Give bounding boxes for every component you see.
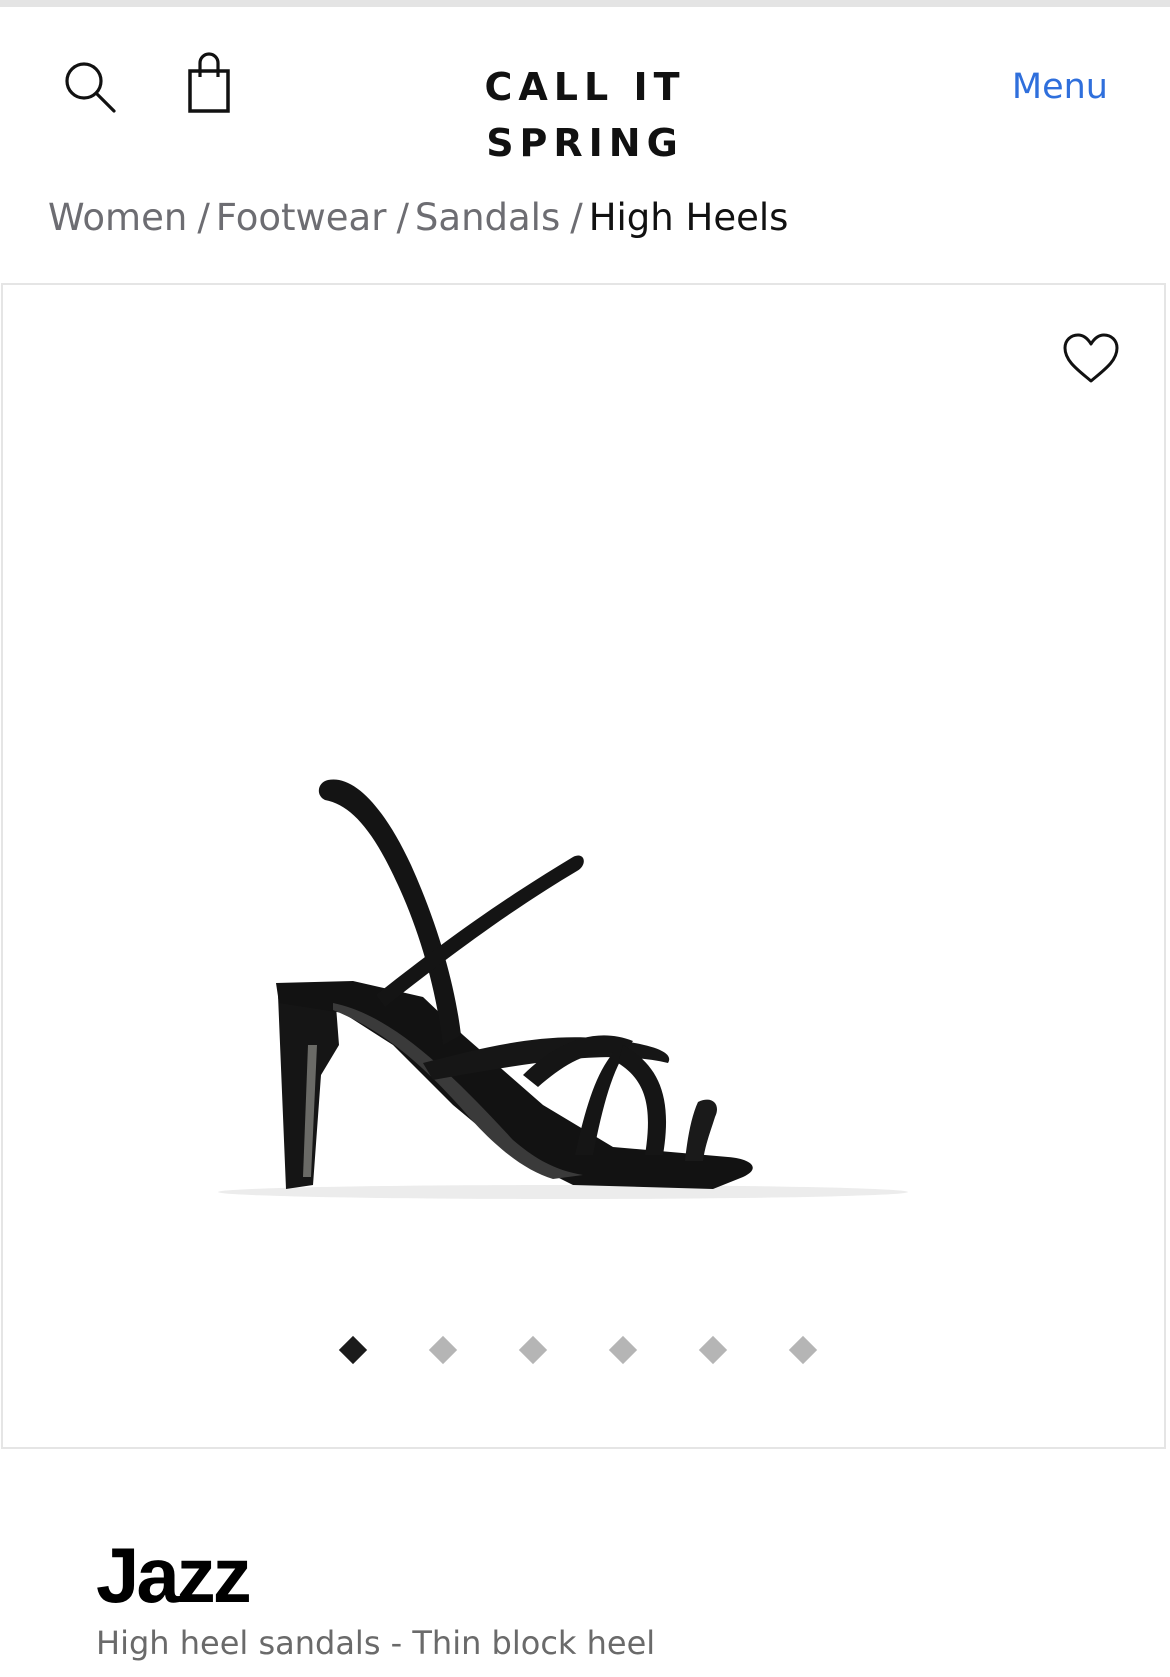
cart-button[interactable] xyxy=(186,51,238,115)
gallery-dot-1[interactable] xyxy=(338,1335,367,1365)
breadcrumb: Women / Footwear / Sandals / High Heels xyxy=(48,190,788,246)
gallery-pagination xyxy=(3,1330,1164,1370)
breadcrumb-sandals[interactable]: Sandals xyxy=(415,196,560,239)
product-image[interactable] xyxy=(193,745,933,1265)
product-gallery[interactable] xyxy=(1,283,1166,1449)
shopping-bag-icon xyxy=(188,52,230,113)
breadcrumb-separator: / xyxy=(570,196,583,239)
brand-logo[interactable]: CALL IT SPRING xyxy=(385,59,785,165)
wishlist-button[interactable] xyxy=(1062,333,1120,385)
gallery-dot-3[interactable] xyxy=(518,1335,547,1365)
top-divider xyxy=(0,0,1170,7)
product-description: High heel sandals - Thin block heel xyxy=(96,1624,656,1662)
breadcrumb-separator: / xyxy=(396,196,409,239)
breadcrumb-separator: / xyxy=(197,196,210,239)
site-header: CALL IT SPRING Menu xyxy=(0,7,1170,165)
search-button[interactable] xyxy=(62,59,118,115)
gallery-dot-5[interactable] xyxy=(698,1335,727,1365)
gallery-dot-4[interactable] xyxy=(608,1335,637,1365)
gallery-dot-2[interactable] xyxy=(428,1335,457,1365)
breadcrumb-current: High Heels xyxy=(588,196,789,239)
gallery-dot-6[interactable] xyxy=(788,1335,817,1365)
heart-outline-icon xyxy=(1063,333,1119,383)
product-title: Jazz xyxy=(96,1531,252,1619)
search-icon xyxy=(65,62,116,113)
breadcrumb-women[interactable]: Women xyxy=(48,196,187,239)
breadcrumb-footwear[interactable]: Footwear xyxy=(216,196,387,239)
menu-button[interactable]: Menu xyxy=(1012,59,1108,115)
